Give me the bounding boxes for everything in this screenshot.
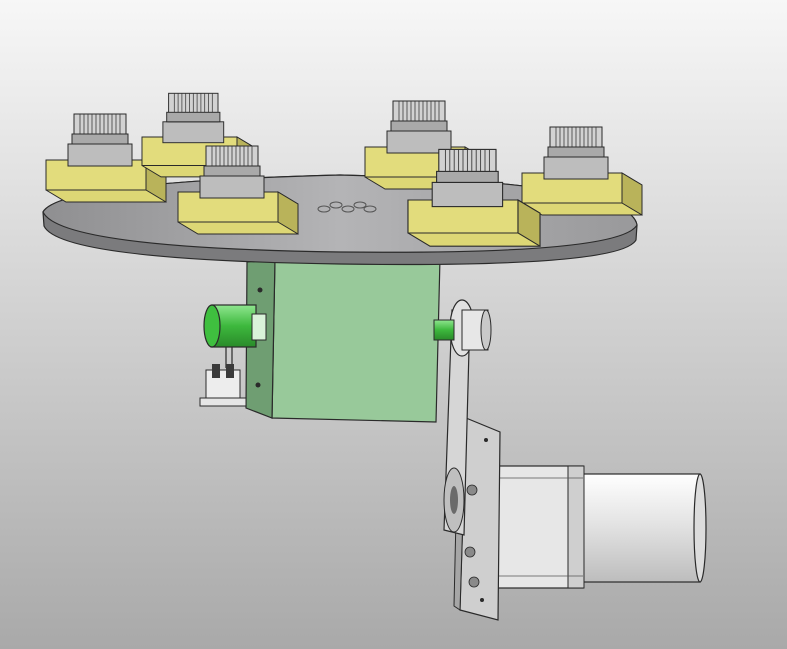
cad-scene bbox=[0, 0, 787, 649]
sensor-bracket[interactable] bbox=[199, 364, 247, 407]
mounting-block[interactable] bbox=[245, 257, 455, 423]
cad-viewport[interactable] bbox=[0, 0, 787, 649]
stepper-motor[interactable] bbox=[494, 465, 707, 589]
